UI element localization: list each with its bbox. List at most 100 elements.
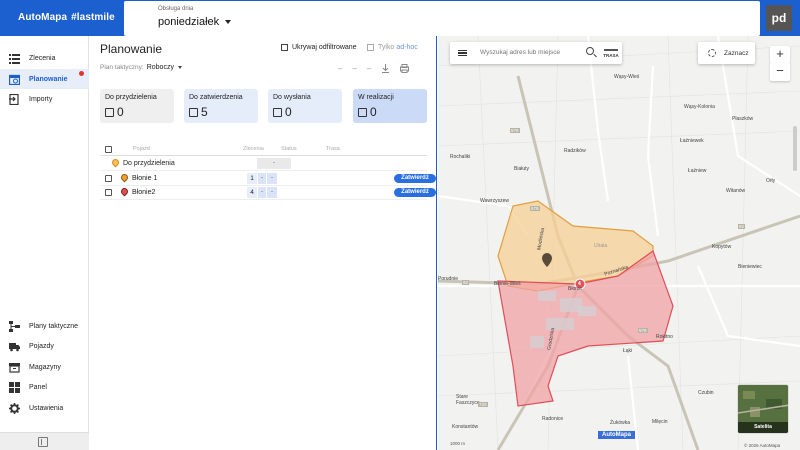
col-vehicle[interactable]: Pojazd	[133, 146, 150, 152]
card-value: 5	[201, 105, 208, 119]
hide-filtered-label: Ukrywaj odfiltrowane	[292, 44, 357, 51]
card-label: W realizacji	[358, 94, 394, 101]
map-view[interactable]: 4 Wąsy-Wieś Wąsy-Kolonia Płaszków Łaźnie…	[438, 36, 800, 450]
approve-button[interactable]: Zatwierdź	[394, 174, 436, 183]
sidebar-item-zlecenia[interactable]: Zlecenia	[0, 48, 89, 68]
sidebar-item-plany-taktyczne[interactable]: Plany taktyczne	[0, 316, 89, 336]
day-selector-label: Obsługa dnia	[158, 6, 194, 12]
map-place-label: Płaszków	[732, 116, 754, 122]
select-all-checkbox[interactable]	[105, 146, 112, 153]
order-count: 1	[247, 173, 257, 184]
collapse-sidebar-icon[interactable]	[38, 437, 48, 447]
download-icon[interactable]	[381, 64, 390, 75]
map-place-label: Kopytów	[712, 244, 732, 250]
unassigned-count: -	[257, 158, 291, 169]
sidebar-item-label: Ustawienia	[29, 404, 64, 412]
dash-icon[interactable]: –	[367, 64, 371, 75]
map-place-label: Błonie	[568, 286, 582, 292]
map-place-label: Łaźniewek	[680, 138, 704, 144]
map-place-label: Konstantów	[452, 424, 479, 430]
zoom-in-button[interactable]: +	[770, 46, 790, 64]
hide-filtered-option[interactable]: Ukrywaj odfiltrowane	[281, 44, 357, 51]
sidebar-item-pojazdy[interactable]: Pojazdy	[0, 336, 89, 356]
col-orders[interactable]: Zlecenia	[243, 146, 264, 152]
sidebar-item-magazyny[interactable]: Magazyny	[0, 357, 89, 377]
road-number: 720	[478, 402, 488, 407]
panel-toolbar: – – –	[338, 64, 410, 75]
sidebar-item-ustawienia[interactable]: Ustawienia	[0, 398, 89, 418]
route-button[interactable]: TRASA	[602, 46, 620, 60]
print-icon[interactable]	[400, 64, 410, 75]
avatar[interactable]: pd	[766, 5, 792, 31]
road-number: 579	[530, 206, 540, 211]
map-place-label: Porudnie	[438, 276, 459, 282]
sidebar-footer	[0, 432, 89, 450]
zoom-out-button[interactable]: −	[770, 63, 790, 81]
sidebar-item-planowanie[interactable]: Planowanie	[0, 69, 89, 89]
adhoc-link[interactable]: ad-hoc	[396, 44, 417, 51]
approve-button[interactable]: Zatwierdź	[394, 188, 436, 197]
map-place-label: Żukówka	[610, 420, 631, 426]
search-icon[interactable]	[586, 47, 594, 55]
map-scale: 1000 m	[450, 441, 466, 446]
sidebar-item-label: Magazyny	[29, 363, 61, 371]
route-value: -	[267, 173, 277, 184]
map-place-label: Ulrata	[594, 243, 608, 249]
sidebar-item-label: Importy	[29, 95, 53, 103]
status-value: -	[258, 187, 266, 198]
status-card-do-wyslania[interactable]: Do wysłania 0	[268, 89, 342, 123]
minus-icon[interactable]: –	[352, 64, 356, 75]
adhoc-only-option[interactable]: Tylko ad-hoc	[367, 44, 418, 51]
vehicle-name: Do przydzielenia	[123, 160, 175, 167]
map-scrollbar[interactable]	[793, 126, 797, 171]
row-checkbox[interactable]	[105, 189, 112, 196]
status-card-do-zatwierdzenia[interactable]: Do zatwierdzenia 5	[184, 89, 258, 123]
app-logo[interactable]: AutoMapa #lastmile	[18, 12, 115, 23]
location-pin-icon	[119, 186, 130, 197]
vehicle-name: Błonie 1	[132, 175, 158, 182]
calendar-clock-icon	[358, 107, 367, 117]
status-card-w-realizacji[interactable]: W realizacji 0	[353, 89, 427, 123]
map-search-input[interactable]	[480, 49, 580, 56]
map-copyright: © 2026 AutoMapa	[744, 443, 781, 448]
satellite-toggle[interactable]: Satelita	[737, 384, 789, 434]
adhoc-only-checkbox[interactable]	[367, 44, 374, 51]
day-selector[interactable]: Obsługa dnia poniedziałek	[124, 1, 760, 36]
hide-filtered-checkbox[interactable]	[281, 44, 288, 51]
planning-panel: Planowanie Ukrywaj odfiltrowane Tylko ad…	[90, 36, 437, 450]
select-label: Zaznacz	[724, 50, 749, 57]
map-place-label: Orły	[766, 178, 776, 184]
tactical-plan-selector[interactable]: Plan taktyczny: Roboczy	[100, 64, 182, 71]
map-place-label: Wąsy-Kolonia	[684, 104, 715, 110]
day-selector-value: poniedziałek	[158, 16, 220, 28]
table-header: Pojazd Zlecenia Status Trasa	[100, 144, 427, 156]
col-route[interactable]: Trasa	[326, 146, 340, 152]
row-checkbox[interactable]	[105, 175, 112, 182]
table-row[interactable]: Błonie2 4 - - Zatwierdź	[100, 186, 436, 200]
import-icon	[9, 93, 20, 105]
table-row[interactable]: Do przydzielenia -	[100, 157, 427, 171]
map-place-label: Czubin	[698, 390, 714, 396]
sidebar-item-importy[interactable]: Importy	[0, 89, 89, 109]
status-value: -	[258, 173, 266, 184]
planning-icon	[8, 74, 21, 85]
card-value: 0	[117, 105, 124, 119]
select-button[interactable]: Zaznacz	[698, 42, 755, 64]
automapa-brand: AutoMapa	[598, 431, 635, 439]
sidebar-item-label: Panel	[29, 383, 47, 391]
order-count: 4	[247, 187, 257, 198]
tactical-plan-label: Plan taktyczny:	[100, 64, 144, 71]
map-place-label: Białuty	[514, 166, 530, 172]
sidebar-item-panel[interactable]: Panel	[0, 377, 89, 397]
map-place-label: Rochaliki	[450, 154, 471, 160]
status-card-do-przydzielenia[interactable]: Do przydzielenia 0	[100, 89, 174, 123]
map-place-label: Radonice	[542, 416, 564, 422]
list-icon	[9, 53, 20, 64]
col-status[interactable]: Status	[281, 146, 297, 152]
menu-icon[interactable]	[458, 50, 467, 56]
calendar-check-icon	[189, 107, 198, 117]
card-value: 0	[370, 105, 377, 119]
location-pin-icon	[110, 157, 121, 168]
table-row[interactable]: Błonie 1 1 - - Zatwierdź	[100, 172, 436, 186]
collapse-all-icon[interactable]: –	[338, 64, 342, 75]
